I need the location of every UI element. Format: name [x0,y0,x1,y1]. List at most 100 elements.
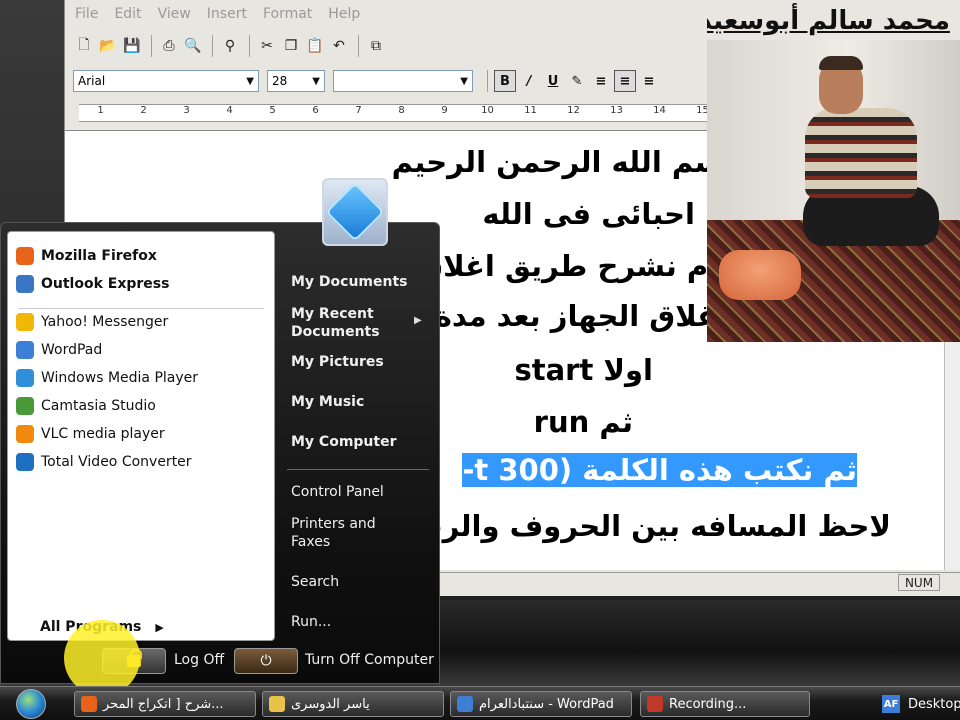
document-line: لاحظ المسافه بين الحروف والرقم [400,509,891,543]
taskbar-button[interactable]: سنتبادالعرام - WordPad [450,691,632,717]
presenter-name: محمد سالم أبوسعيد [707,6,950,36]
program-label: WordPad [41,342,103,358]
color-icon[interactable]: ✎ [566,70,588,92]
font-name-select[interactable]: Arial ▼ [73,70,259,92]
menu-format[interactable]: Format [263,6,312,22]
place-my-pictures[interactable]: My Pictures [291,353,411,371]
align-center-icon[interactable]: ≡ [614,70,636,92]
programs-separator [18,308,264,309]
log-off-label[interactable]: Log Off [174,652,224,668]
program-item[interactable]: Outlook Express [16,272,169,296]
italic-button[interactable]: / [518,70,540,92]
start-button[interactable] [12,687,50,720]
place-run[interactable]: Run... [291,613,411,631]
print-icon[interactable]: ⎙ [158,35,180,57]
arrow-right-icon: ▶ [155,620,164,634]
wordpad-icon [16,341,34,359]
font-size-select[interactable]: 28 ▼ [267,70,325,92]
ruler-number: 10 [481,105,494,116]
folder-icon [269,696,285,712]
menu-view[interactable]: View [158,6,191,22]
turn-off-label[interactable]: Turn Off Computer [305,652,434,668]
tray-af-icon: AF [882,695,900,713]
font-name-value: Arial [78,74,106,88]
toolbar-separator [487,70,488,92]
desktop-label: Desktop [908,696,960,712]
underline-button[interactable]: U [542,70,564,92]
insert-object-icon[interactable]: ⧉ [365,35,387,57]
vlc-icon [16,425,34,443]
start-menu: Mozilla Firefox Outlook Express Yahoo! Mes… [0,222,440,684]
video-converter-icon [16,453,34,471]
place-my-recent-documents[interactable]: My Recent Documents [291,305,411,341]
standard-toolbar: 🗋 📂 💾 ⎙ 🔍 ⚲ ✂ ❐ 📋 ↶ ⧉ [73,32,389,60]
ruler-number: 7 [355,105,362,116]
program-item[interactable]: VLC media player [16,422,165,446]
menu-help[interactable]: Help [328,6,360,22]
save-icon[interactable]: 💾 [121,35,143,57]
ruler-number: 9 [441,105,448,116]
align-right-icon[interactable]: ≡ [638,70,660,92]
power-icon: ⏻ [260,653,272,669]
program-item[interactable]: Camtasia Studio [16,394,156,418]
place-my-computer[interactable]: My Computer [291,433,411,451]
yahoo-messenger-icon [16,313,34,331]
program-label: Mozilla Firefox [41,248,157,264]
program-label: Yahoo! Messenger [41,314,169,330]
ruler-number: 8 [398,105,405,116]
desktop-tray[interactable]: AF Desktop [882,691,960,717]
toolbar-separator [151,35,152,57]
chevron-down-icon: ▼ [460,75,468,87]
place-printers-and-faxes[interactable]: Printers and Faxes [291,515,411,551]
print-preview-icon[interactable]: 🔍 [182,35,204,57]
place-my-documents[interactable]: My Documents [291,273,411,291]
user-picture[interactable] [322,178,388,246]
taskbar-button-label: Recording... [669,696,747,712]
copy-icon[interactable]: ❐ [280,35,302,57]
taskbar-button[interactable]: شرح [ اتكراج المحر... [74,691,256,717]
ruler-number: 3 [183,105,190,116]
turn-off-button[interactable]: ⏻ [234,648,298,674]
align-left-icon[interactable]: ≡ [590,70,612,92]
ruler-number: 12 [567,105,580,116]
ruler-number: 6 [312,105,319,116]
cube-icon [325,182,385,242]
program-label: Windows Media Player [41,370,199,386]
new-icon[interactable]: 🗋 [73,35,95,57]
find-icon[interactable]: ⚲ [219,35,241,57]
wordpad-icon [457,696,473,712]
program-item[interactable]: Total Video Converter [16,450,192,474]
menu-edit[interactable]: Edit [114,6,141,22]
place-search[interactable]: Search [291,573,411,591]
taskbar-button-label: ياسر الدوسرى [291,696,370,712]
place-my-music[interactable]: My Music [291,393,411,411]
toolbar-separator [358,35,359,57]
program-item[interactable]: Windows Media Player [16,366,198,390]
bold-button[interactable]: B [494,70,516,92]
firefox-icon [81,696,97,712]
open-icon[interactable]: 📂 [97,35,119,57]
menu-insert[interactable]: Insert [207,6,247,22]
cut-icon[interactable]: ✂ [256,35,278,57]
taskbar-button[interactable]: ياسر الدوسرى [262,691,444,717]
font-size-value: 28 [272,74,288,88]
document-line: بسم الله الرحمن الرحيم [391,145,735,179]
paste-icon[interactable]: 📋 [304,35,326,57]
toolbar-separator [212,35,213,57]
script-select[interactable]: ▼ [333,70,473,92]
webcam-overlay: محمد سالم أبوسعيد [707,0,960,342]
place-control-panel[interactable]: Control Panel [291,483,411,501]
selected-document-line: ثم نكتب هذه الكلمة (300 t- [462,453,857,487]
ruler-number: 4 [226,105,233,116]
taskbar-button[interactable]: Recording... [640,691,810,717]
arrow-right-icon: ▶ [414,315,422,326]
program-item[interactable]: Yahoo! Messenger [16,310,168,334]
program-item[interactable]: Mozilla Firefox [16,244,157,268]
menu-file[interactable]: File [75,6,98,22]
document-line: اغلاق الجهاز بعد مدة [434,299,727,333]
chevron-down-icon: ▼ [312,75,320,87]
program-item[interactable]: WordPad [16,338,102,362]
webcam-pillow [719,250,801,300]
chevron-down-icon: ▼ [246,75,254,87]
undo-icon[interactable]: ↶ [328,35,350,57]
